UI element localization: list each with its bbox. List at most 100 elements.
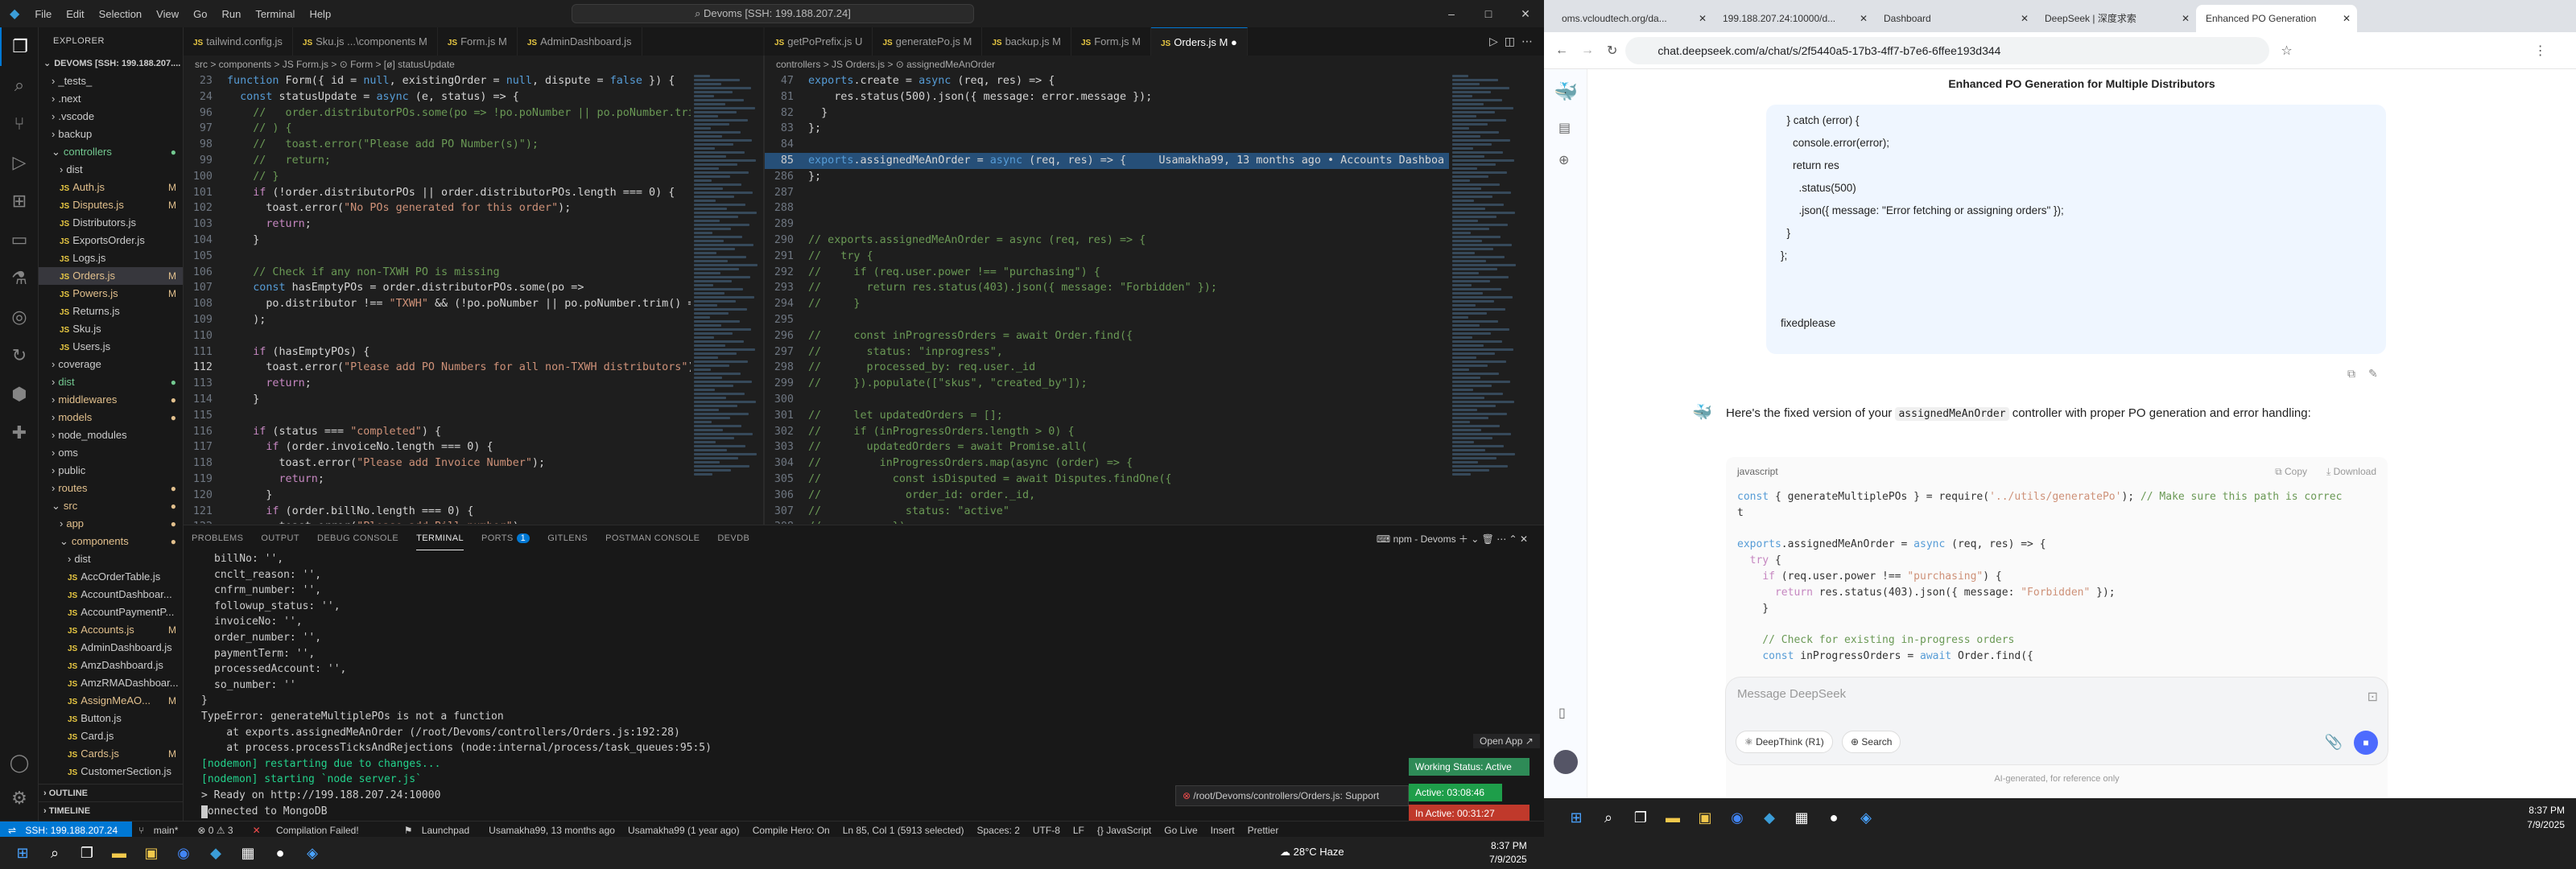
browser-tab[interactable]: DeepSeek | 深度求索 ✕ (2035, 5, 2196, 32)
vscode-icon-main[interactable]: ◆ (200, 837, 232, 869)
file-item[interactable]: JS Disputes.js M (39, 196, 183, 214)
menu-item-help[interactable]: Help (309, 8, 331, 20)
panel-tab[interactable]: PROBLEMS (192, 527, 243, 550)
file-item[interactable]: JS Button.js (39, 710, 183, 727)
editor-tab[interactable]: JS generatePo.js M (873, 27, 983, 56)
download-code-button[interactable]: ⤓ Download (2326, 457, 2376, 486)
gitlens-icon[interactable]: ◎ (0, 298, 39, 336)
more-actions-icon[interactable]: ⋯ (1521, 35, 1539, 47)
edit-message-icon[interactable]: ✎ (2368, 367, 2378, 381)
breadcrumb-left[interactable]: src > components > JS Form.js > ⊙ Form >… (184, 56, 763, 73)
editor-tab[interactable]: JS Form.js M (1071, 27, 1151, 56)
menu-item-go[interactable]: Go (193, 8, 207, 20)
store-icon-main[interactable]: ▣ (135, 837, 167, 869)
panel-tab[interactable]: OUTPUT (261, 527, 299, 550)
folder-item[interactable]: › models ● (39, 409, 183, 426)
task-view-icon[interactable]: ❐ (1624, 801, 1657, 834)
folder-item[interactable]: › dist ● (39, 373, 183, 391)
outline-section[interactable]: › OUTLINE (39, 784, 184, 801)
folder-item[interactable]: › app ● (39, 515, 183, 533)
app-icon[interactable]: ▦ (1785, 801, 1818, 834)
app-icon-3[interactable]: ◈ (1850, 801, 1882, 834)
manage-gear-icon[interactable]: ⚙ (0, 779, 39, 818)
reload-icon[interactable]: ↻ (1607, 43, 1617, 59)
app-icon-main-2[interactable]: ● (264, 837, 296, 869)
search-toggle[interactable]: ⊕ Search (1842, 731, 1901, 753)
menu-item-view[interactable]: View (156, 8, 179, 20)
compile-hero-status[interactable]: Compile Hero: On (753, 825, 830, 836)
editor-tab[interactable]: JS Sku.js ...\components M (293, 27, 438, 56)
start-icon[interactable]: ⊞ (1560, 801, 1592, 834)
code-block-content[interactable]: const { generateMultiplePOs } = require(… (1726, 486, 2388, 668)
chrome-icon[interactable]: ◉ (1721, 801, 1753, 834)
run-debug-icon[interactable]: ▷ (0, 143, 39, 182)
file-item[interactable]: JS Auth.js M (39, 179, 183, 196)
file-item[interactable]: JS Card.js (39, 727, 183, 745)
editor-tab[interactable]: JS backup.js M (982, 27, 1071, 56)
command-center-search[interactable]: ⌕ Devoms [SSH: 199.188.207.24] (572, 4, 974, 23)
browser-menu-icon[interactable]: ⋮ (2534, 43, 2547, 59)
panel-tab[interactable]: TERMINAL (416, 527, 464, 550)
browser-tab[interactable]: Dashboard ✕ (1874, 5, 2035, 32)
file-explorer-icon-main[interactable]: ▬ (103, 837, 135, 869)
deepthink-toggle[interactable]: ⚛ DeepThink (R1) (1736, 731, 1833, 753)
problems-status[interactable]: ⊗ 0 ⚠ 3 (197, 825, 233, 836)
mobile-app-icon[interactable]: ▯ (1558, 705, 1566, 721)
timeline-section[interactable]: › TIMELINE (39, 801, 184, 819)
folder-item[interactable]: › dist (39, 550, 183, 568)
folder-item[interactable]: › oms (39, 444, 183, 462)
app-icon-2[interactable]: ● (1818, 801, 1850, 834)
extensions-icon[interactable]: ⊞ (0, 182, 39, 220)
search-icon-main[interactable]: ⌕ (39, 837, 71, 869)
file-item[interactable]: JS AmzRMADashboar... (39, 674, 183, 692)
search-icon[interactable]: ⌕ (0, 66, 39, 105)
file-item[interactable]: JS ExportsOrder.js (39, 232, 183, 249)
terminal-selector[interactable]: ⌨ npm - Devoms ＋ ⌄ 🗑 ⋯ ⌃ ✕ (1377, 532, 1528, 546)
new-chat-icon[interactable]: ⊕ (1558, 152, 1587, 168)
store-icon[interactable]: ▣ (1689, 801, 1721, 834)
code-editor-right[interactable]: 47 exports.create = async (req, res) => {… (765, 73, 1449, 524)
editor-tab[interactable]: JS AdminDashboard.js (518, 27, 642, 56)
panel-tab[interactable]: GITLENS (547, 527, 588, 550)
folder-item[interactable]: › dist (39, 161, 183, 179)
prettier-status[interactable]: Prettier (1248, 825, 1279, 836)
panel-tab[interactable]: DEVDB (717, 527, 749, 550)
blame-status-2[interactable]: Usamakha99 (1 year ago) (628, 825, 740, 836)
tree-root[interactable]: ⌄ DEVOMS [SSH: 199.188.207.... (39, 55, 183, 72)
weather-widget[interactable]: ☁ 28°C Haze (1280, 846, 1344, 859)
back-icon[interactable]: ← (1555, 43, 1568, 58)
minimap-right[interactable] (1449, 73, 1521, 524)
panel-tab[interactable]: POSTMAN CONSOLE (605, 527, 700, 550)
message-input[interactable]: Message DeepSeek (1737, 687, 1846, 701)
file-item[interactable]: JS AmzDashboard.js (39, 657, 183, 674)
minimap-left[interactable] (691, 73, 763, 524)
folder-item[interactable]: › coverage (39, 356, 183, 373)
system-clock[interactable]: 8:37 PM 7/9/2025 (1489, 839, 1527, 867)
file-item[interactable]: JS Accounts.js M (39, 621, 183, 639)
folder-item[interactable]: › .vscode (39, 108, 183, 126)
cursor-position[interactable]: Ln 85, Col 1 (5913 selected) (843, 825, 964, 836)
eol-status[interactable]: LF (1073, 825, 1084, 836)
run-icon[interactable]: ▷ (1489, 35, 1505, 47)
attach-icon[interactable]: 📎 (2325, 734, 2343, 751)
file-item[interactable]: JS Powers.js M (39, 285, 183, 303)
launchpad-status[interactable]: ⚑ Launchpad (404, 825, 476, 836)
remote-explorer-icon[interactable]: ▭ (0, 220, 39, 259)
minimize-icon[interactable]: – (1433, 0, 1470, 27)
taskbar-search-icon[interactable]: ⌕ (1592, 801, 1624, 834)
panel-tab[interactable]: PORTS (481, 527, 514, 550)
avatar[interactable] (1554, 750, 1578, 774)
menu-item-file[interactable]: File (35, 8, 52, 20)
menu-item-selection[interactable]: Selection (99, 8, 142, 20)
open-sidebar-icon[interactable]: ▤ (1558, 120, 1587, 136)
close-tab-icon[interactable]: ✕ (1699, 5, 1707, 32)
file-item[interactable]: JS AccountDashboar... (39, 586, 183, 603)
account-icon[interactable]: ◯ (0, 743, 39, 782)
folder-item[interactable]: ⌄ components ● (39, 533, 183, 550)
bookmark-star-icon[interactable]: ☆ (2281, 43, 2292, 59)
file-item[interactable]: JS CustomerSection.js (39, 763, 183, 780)
close-icon[interactable]: ✕ (1507, 0, 1544, 27)
forward-icon[interactable]: → (1581, 43, 1594, 58)
code-editor-left[interactable]: 23 function Form({ id = null, existingOrd… (184, 73, 691, 524)
editor-tab[interactable]: JS Form.js M (438, 27, 518, 56)
